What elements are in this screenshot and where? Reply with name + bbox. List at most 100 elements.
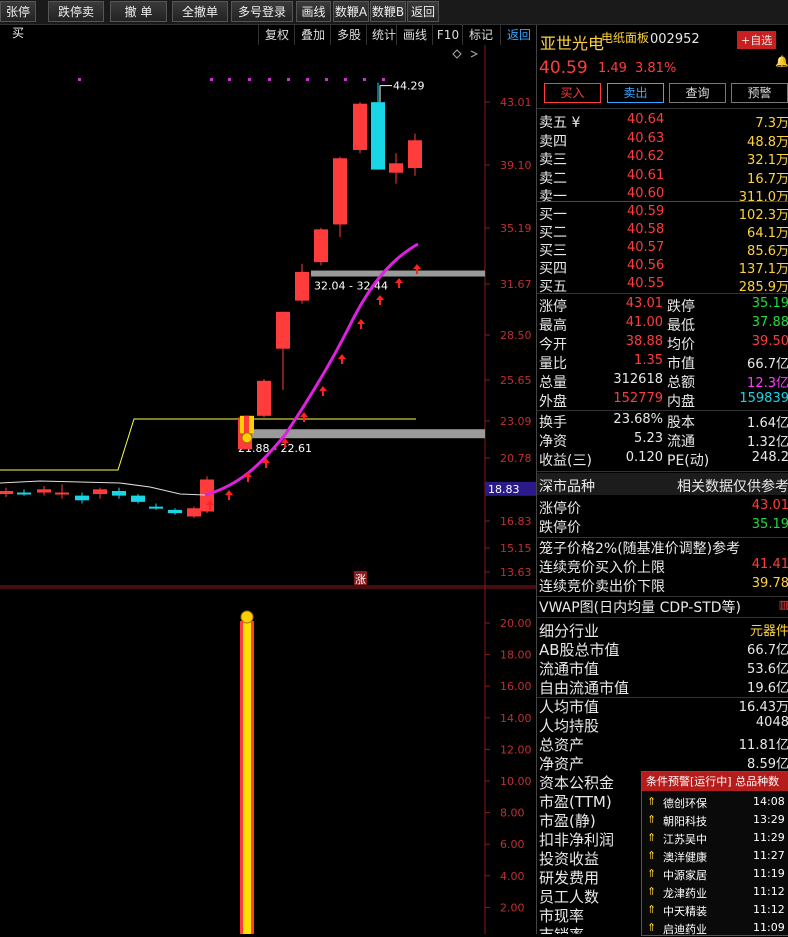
alert-time: 13:29 — [753, 813, 785, 826]
fund-value: 19.6亿 — [747, 681, 788, 696]
limit-value: 35.19 — [751, 517, 788, 532]
alert-row[interactable]: ⇑ 中天精装 11:12 — [642, 901, 788, 919]
chart-tool-5[interactable]: F10 — [432, 25, 463, 45]
alert-row[interactable]: ⇑ 德创环保 14:08 — [642, 793, 788, 811]
alert-row[interactable]: ⇑ 朝阳科技 13:29 — [642, 811, 788, 829]
action-button-3[interactable]: 预警 — [731, 83, 788, 103]
fund-label: 市现率 — [539, 907, 585, 925]
ask-label: 卖一 — [539, 189, 567, 205]
add-watchlist-button[interactable]: +自选 — [737, 31, 777, 49]
toolbar-button-8[interactable]: 返回 — [407, 1, 439, 22]
y-tick-label: 25.65 — [500, 374, 532, 387]
chart-tool-1[interactable]: 叠加 — [294, 25, 331, 45]
action-button-1[interactable]: 卖出 — [607, 83, 664, 103]
y-tick-label: 15.15 — [500, 542, 532, 555]
buy-arrow-icon — [319, 386, 327, 396]
chart-tool-2[interactable]: 多股 — [330, 25, 367, 45]
stat-value: 43.01 — [625, 296, 663, 311]
toolbar-button-1[interactable]: 跌停卖 — [48, 1, 104, 22]
fund-label: 投资收益 — [539, 850, 600, 868]
fund-value: 53.6亿 — [747, 662, 788, 677]
fund-label: 细分行业 — [539, 622, 600, 640]
action-button-2[interactable]: 查询 — [669, 83, 726, 103]
stat-label: 均价 — [667, 337, 695, 353]
limit-label: 涨停价 — [539, 501, 581, 517]
stat-value: 12.3亿 — [747, 376, 788, 391]
signal-dot — [287, 78, 290, 81]
buy-arrow-icon — [376, 295, 384, 305]
candle — [149, 506, 163, 509]
bid-price: 40.55 — [627, 276, 665, 291]
divider — [537, 410, 788, 411]
vol-tick-label: 16.00 — [500, 680, 532, 693]
settings-diamond-icon[interactable] — [452, 49, 462, 59]
candle — [371, 102, 385, 170]
toolbar-button-0[interactable]: 张停买 — [0, 1, 36, 40]
candle — [408, 140, 422, 169]
stat-label: 跌停 — [667, 299, 695, 315]
chart-tool-4[interactable]: 画线 — [396, 25, 433, 45]
chart-tool-0[interactable]: 复权 — [258, 25, 295, 45]
stat-value: 152779 — [613, 391, 663, 406]
support-box — [240, 429, 485, 439]
toolbar-button-3[interactable]: 全撤单 — [172, 1, 228, 22]
toolbar-button-6[interactable]: 数鞭A — [333, 1, 369, 22]
vwap-expand-icon[interactable]: ▥ — [779, 598, 788, 611]
stat-label: 换手 — [539, 415, 567, 431]
alert-row[interactable]: ⇑ 中源家居 11:19 — [642, 865, 788, 883]
fund-value: 66.7亿 — [747, 643, 788, 658]
divider — [537, 201, 788, 202]
toolbar-button-5[interactable]: 画线 — [296, 1, 331, 22]
vol-tick-label: 20.00 — [500, 617, 532, 630]
y-tick-label: 16.83 — [500, 515, 532, 528]
ask-label: 卖二 — [539, 170, 567, 187]
alert-stock-name: 中源家居 — [663, 869, 707, 882]
bid-label: 买二 — [539, 225, 567, 241]
expand-icon[interactable] — [470, 50, 479, 58]
chart-tool-6[interactable]: 标记 — [462, 25, 499, 45]
stat-value: 1.32亿 — [747, 435, 788, 450]
toolbar-button-2[interactable]: 撤 单 — [110, 1, 167, 22]
chart-tool-7[interactable]: 返回 — [500, 25, 537, 45]
alert-time: 11:19 — [753, 867, 785, 880]
fund-label: 市盈(静) — [539, 812, 596, 830]
alert-popup-title: 条件预警[运行中] 总品种数 — [642, 772, 788, 791]
up-arrow-icon: ⇑ — [647, 795, 657, 808]
stat-label: 股本 — [667, 415, 695, 431]
alert-popup[interactable]: 条件预警[运行中] 总品种数 ⇑ 德创环保 14:08 ⇑ 朝阳科技 13:29 ⇑ 江苏吴中… — [641, 771, 788, 936]
alert-row[interactable]: ⇑ 龙津药业 11:12 — [642, 883, 788, 901]
stat-value: 248.2 — [751, 450, 788, 465]
alert-time: 11:27 — [753, 849, 785, 862]
signal-dot — [363, 78, 366, 81]
price-change-pct: 3.81% — [635, 61, 677, 76]
y-tick-label: 43.01 — [500, 96, 532, 109]
stat-value: 66.7亿 — [747, 357, 788, 372]
signal-dot — [325, 78, 328, 81]
alert-row[interactable]: ⇑ 启迪药业 11:09 — [642, 919, 788, 937]
alert-stock-name: 启迪药业 — [663, 923, 707, 936]
alert-row[interactable]: ⇑ 江苏吴中 11:29 — [642, 829, 788, 847]
ask-volume: 311.0万 — [738, 190, 788, 205]
bid-label: 买四 — [539, 261, 567, 277]
fund-label: 员工人数 — [539, 888, 600, 906]
bid-volume: 137.1万 — [738, 262, 788, 277]
y-tick-label: 20.78 — [500, 452, 532, 465]
ask-label: 卖五 ¥ — [539, 115, 581, 131]
kline-chart[interactable]: 43.01 39.10 35.19 31.67 28.50 25.65 23.09 20.78… — [0, 45, 536, 934]
toolbar-button-4[interactable]: 多号登录 — [231, 1, 293, 22]
toolbar-button-7[interactable]: 数鞭B — [370, 1, 406, 22]
divider — [537, 293, 788, 294]
limit-candle-stripe — [244, 415, 249, 434]
cage-value: 39.78 — [751, 576, 788, 591]
action-button-0[interactable]: 买入 — [544, 83, 601, 103]
alert-row[interactable]: ⇑ 澳洋健康 11:27 — [642, 847, 788, 865]
y-tick-label: 23.09 — [500, 415, 532, 428]
stat-label: 收益(三) — [539, 453, 592, 469]
alert-stock-name: 德创环保 — [663, 797, 707, 810]
ask-volume: 48.8万 — [747, 134, 788, 150]
buy-arrow-icon — [357, 319, 365, 329]
fund-value: 16.43万 — [738, 700, 788, 715]
bell-icon[interactable]: 🔔 — [775, 55, 788, 68]
fund-value: 元器件 — [749, 624, 788, 639]
stat-label: 最低 — [667, 318, 695, 334]
